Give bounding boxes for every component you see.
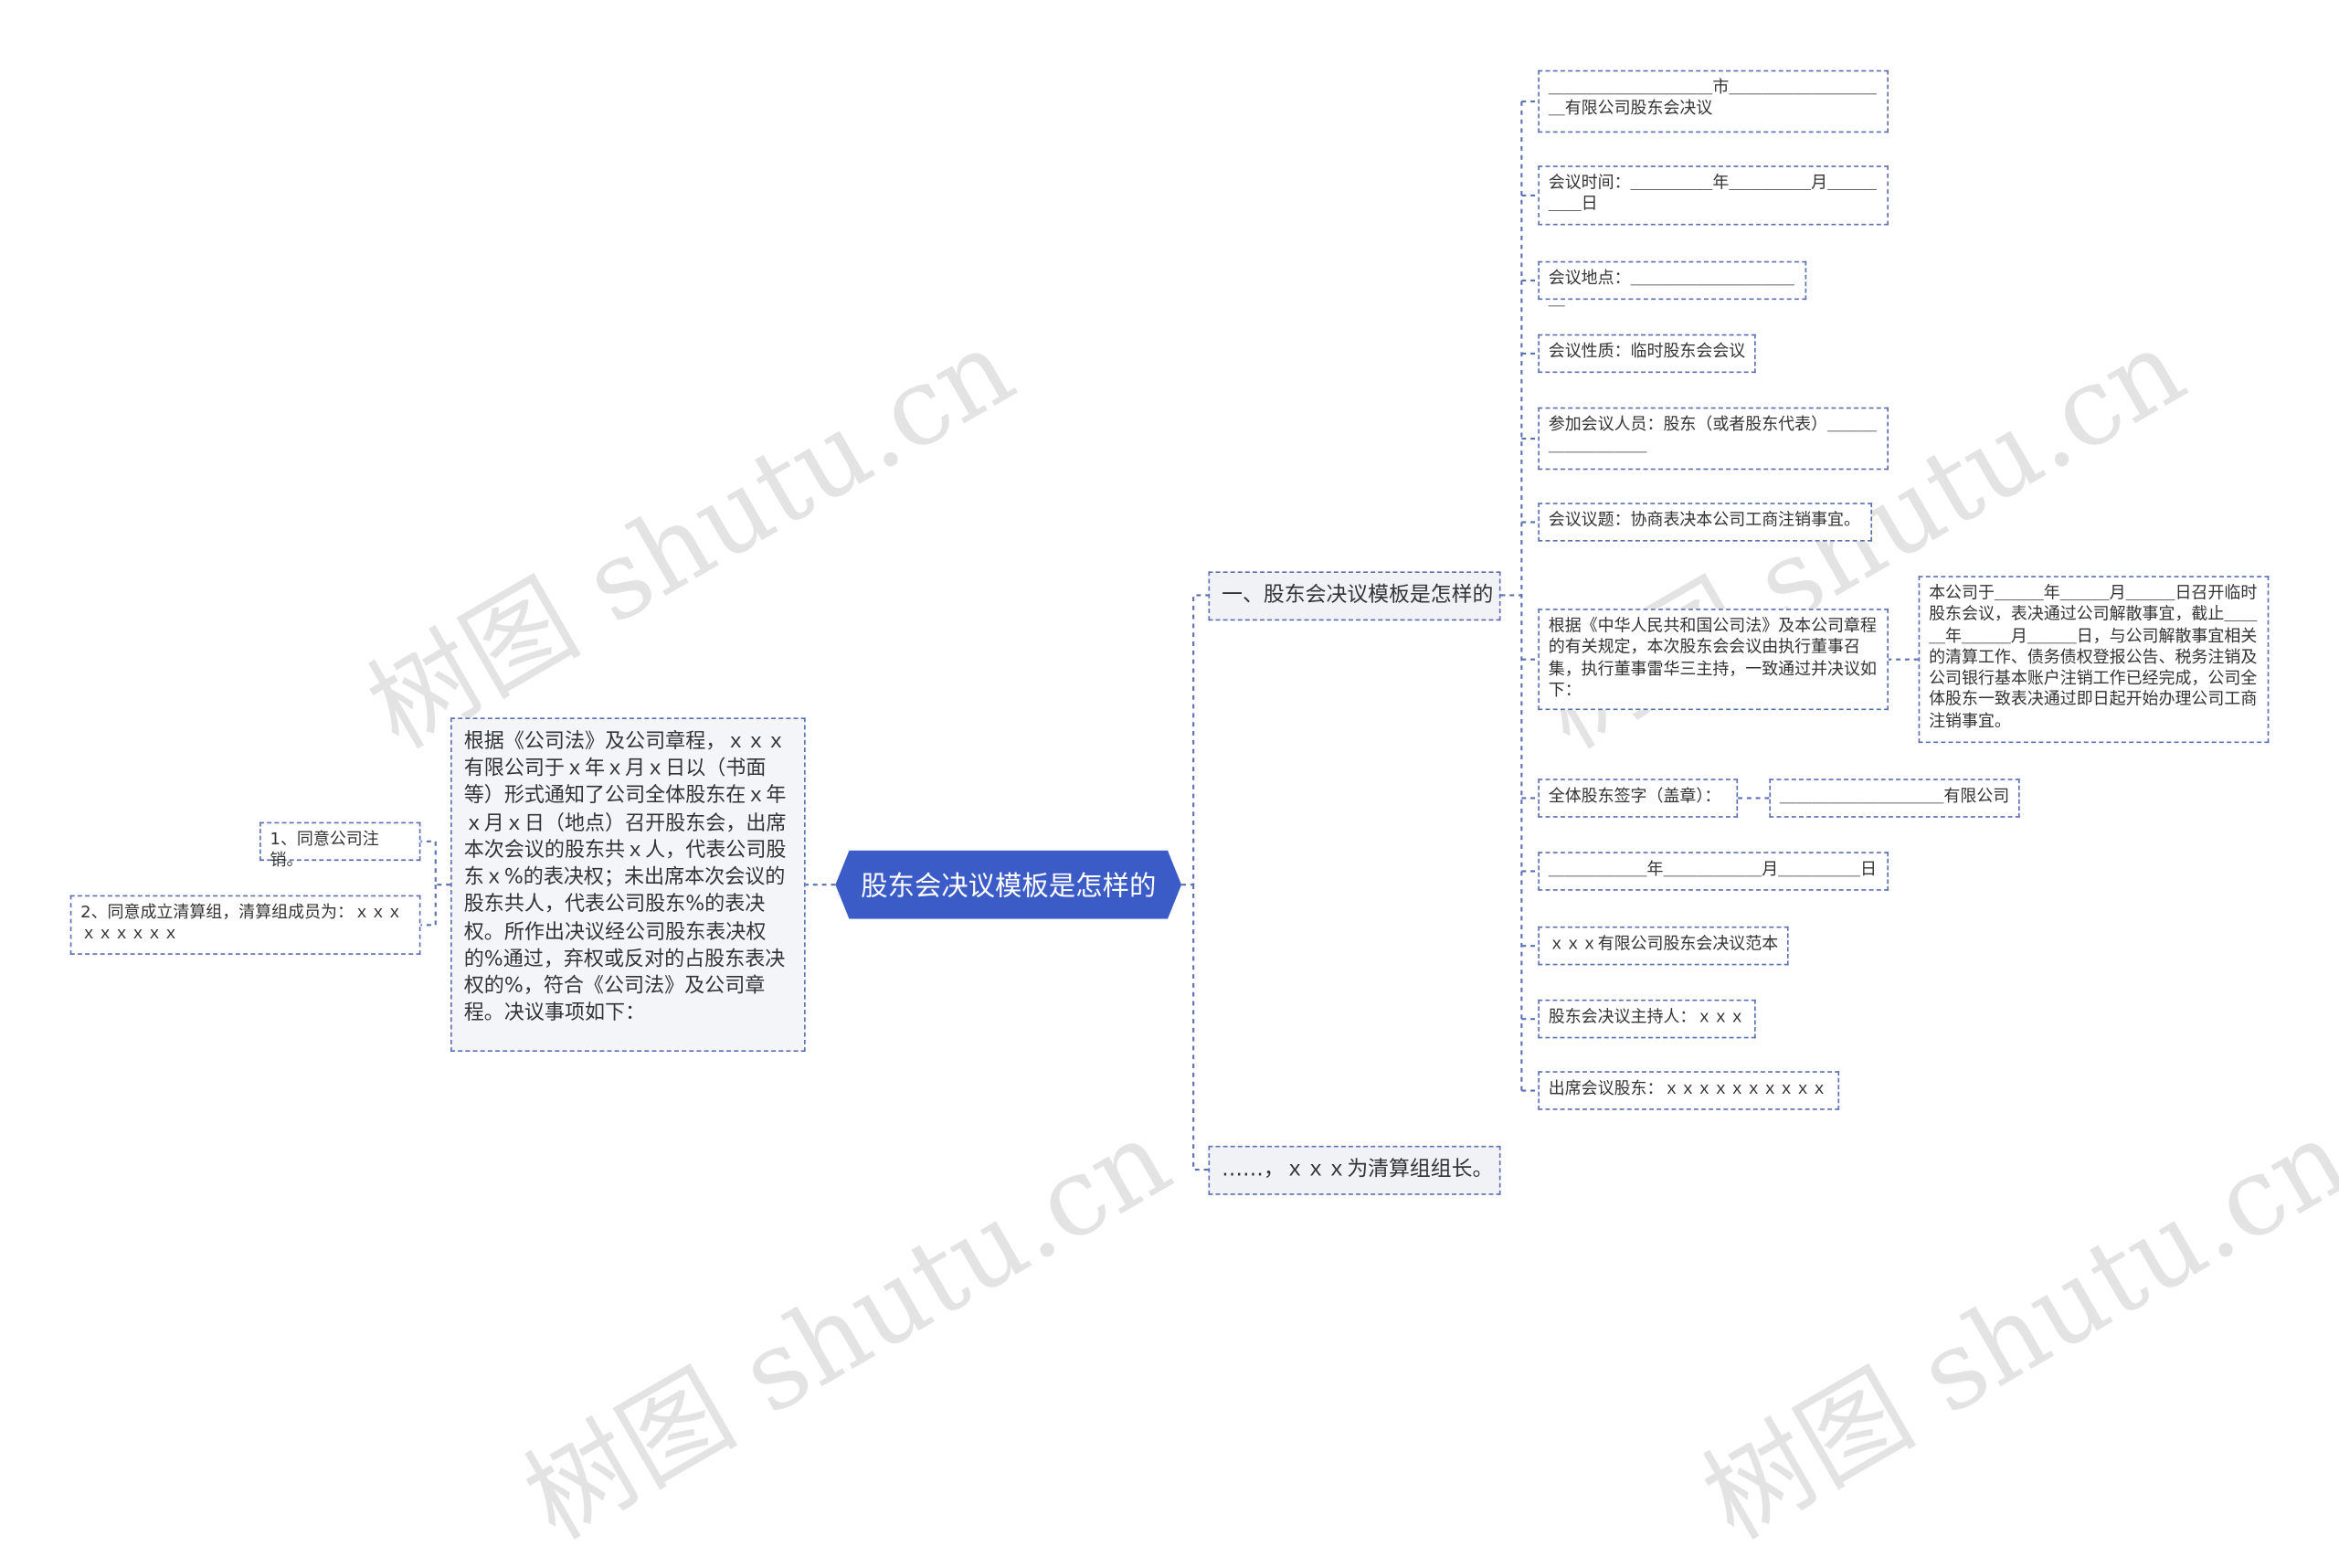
item-signature[interactable]: 全体股东签字（盖章）： [1538, 779, 1739, 818]
link-left-items [420, 840, 451, 927]
link-root-right [1181, 594, 1209, 1171]
item-attending-shareholders[interactable]: 出席会议股东：ｘｘｘｘｘｘｘｘｘｘ [1538, 1071, 1840, 1110]
company-sign[interactable]: ＿＿＿＿＿＿＿＿＿＿有限公司 [1769, 779, 2020, 818]
mindmap-canvas: 树图 shutu.cn 树图 shutu.cn 树图 shutu.cn 树图 s… [0, 0, 2339, 1563]
left-item-1[interactable]: 1、同意公司注销。 [259, 821, 421, 870]
item-attendees[interactable]: 参加会议人员：股东（或者股东代表）＿＿＿＿＿＿＿＿＿ [1538, 407, 1889, 471]
resolution-detail[interactable]: 本公司于＿＿＿年＿＿＿月＿＿＿日召开临时股东会议，表决通过公司解散事宜，截止＿＿… [1918, 576, 2270, 744]
item-meeting-place[interactable]: 会议地点：＿＿＿＿＿＿＿＿＿＿＿ [1538, 260, 1807, 309]
item-meeting-nature[interactable]: 会议性质：临时股东会会议 [1538, 334, 1756, 374]
item-date[interactable]: ＿＿＿＿＿＿年＿＿＿＿＿＿月＿＿＿＿＿日 [1538, 852, 1889, 891]
item-topic[interactable]: 会议议题：协商表决本公司工商注销事宜。 [1538, 503, 1873, 542]
item-legal-basis[interactable]: 根据《中华人民共和国公司法》及本公司章程的有关规定，本次股东会会议由执行董事召集… [1538, 609, 1889, 711]
item-meeting-time[interactable]: 会议时间：＿＿＿＿＿年＿＿＿＿＿月＿＿＿＿＿日 [1538, 165, 1889, 226]
branch-2[interactable]: ……，ｘｘｘ为清算组组长。 [1208, 1145, 1501, 1195]
branch-1[interactable]: 一、股东会决议模板是怎样的 [1208, 571, 1501, 621]
root-node[interactable]: 股东会决议模板是怎样的 [835, 850, 1182, 919]
left-item-2[interactable]: 2、同意成立清算组，清算组成员为：ｘｘｘｘｘｘｘｘｘ [69, 895, 421, 955]
item-company-title[interactable]: ＿＿＿＿＿＿＿＿＿＿市＿＿＿＿＿＿＿＿＿＿有限公司股东会决议 [1538, 69, 1889, 133]
item-template-title[interactable]: ｘｘｘ有限公司股东会决议范本 [1538, 926, 1789, 966]
item-host[interactable]: 股东会决议主持人：ｘｘｘ [1538, 999, 1756, 1039]
left-main-node[interactable]: 根据《公司法》及公司章程，ｘｘｘ有限公司于ｘ年ｘ月ｘ日以（书面等）形式通知了公司… [450, 717, 806, 1053]
